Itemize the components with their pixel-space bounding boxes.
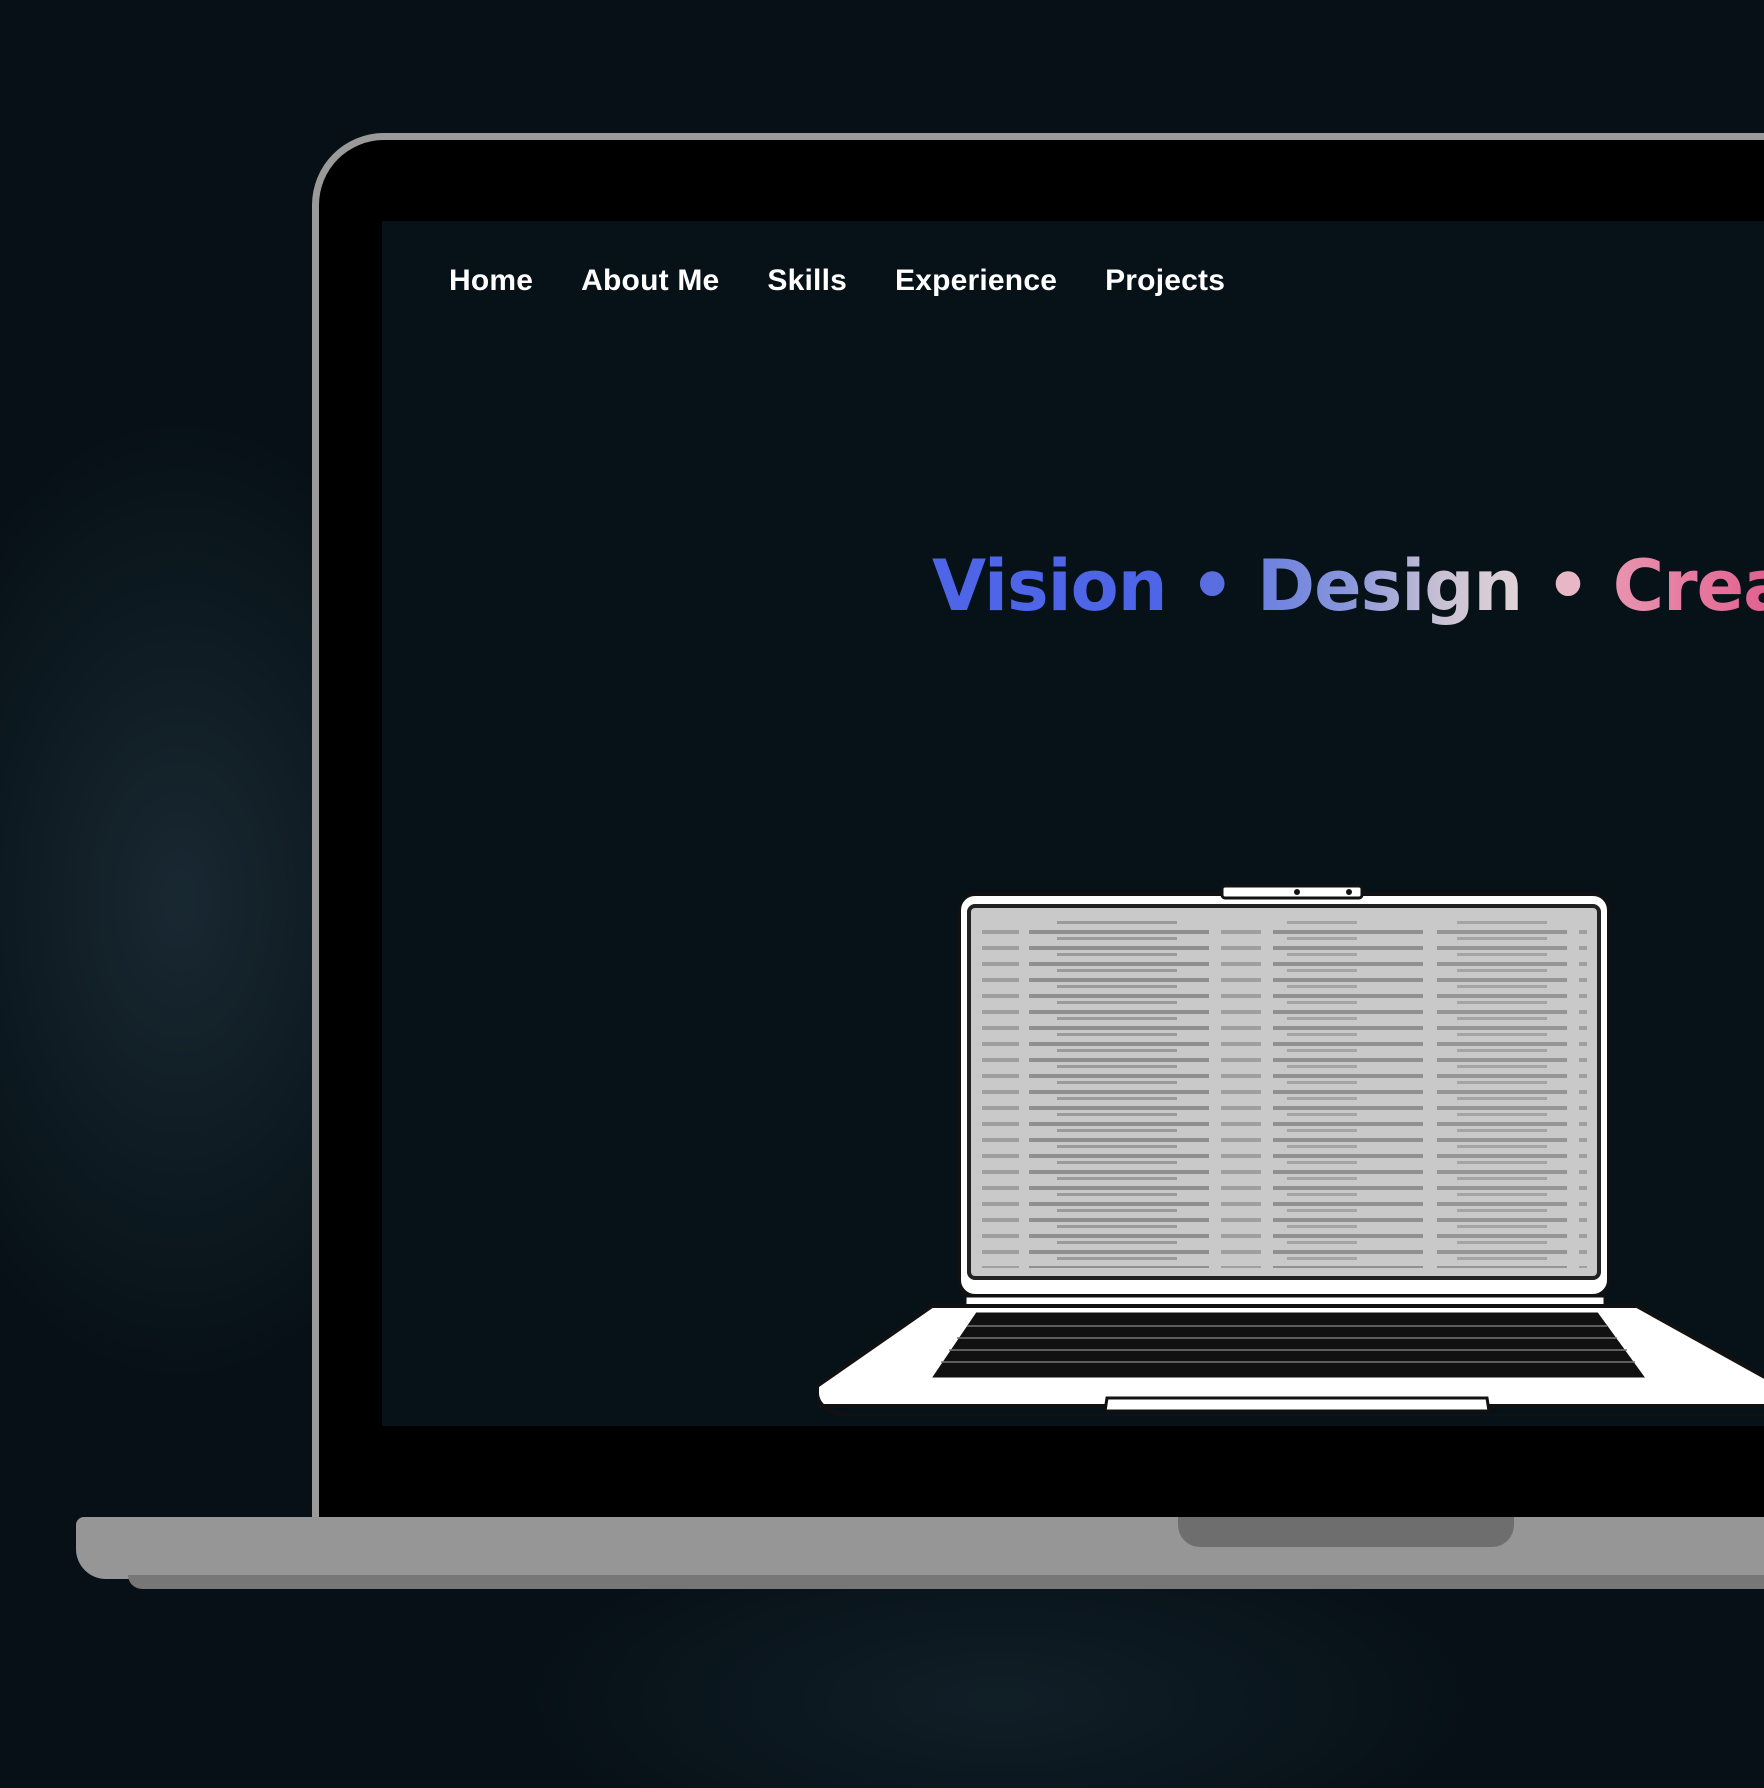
hero-word-create: Create [1613, 545, 1764, 627]
illustration-camera [1294, 889, 1300, 895]
nav-skills[interactable]: Skills [767, 259, 847, 303]
illustration-camera-bar [1220, 884, 1364, 900]
device-frame-notch [1178, 1517, 1514, 1547]
illustration-keyboard [932, 1312, 1645, 1378]
hero-word-vision: Vision [932, 545, 1168, 627]
main-nav: Home About Me Skills Experience Projects [449, 259, 1225, 303]
device-frame-shadow [128, 1575, 1764, 1589]
nav-experience[interactable]: Experience [895, 259, 1057, 303]
nav-about-me[interactable]: About Me [581, 259, 719, 303]
hero-word-design: Design [1257, 545, 1523, 627]
hero-title: Vision • Design • Create [932, 541, 1764, 631]
hero-separator-1: • [1189, 545, 1235, 627]
illustration-trackpad [1103, 1396, 1491, 1413]
laptop-illustration-icon [817, 884, 1764, 1416]
hero-separator-2: • [1545, 545, 1591, 627]
nav-home[interactable]: Home [449, 259, 533, 303]
nav-projects[interactable]: Projects [1105, 259, 1225, 303]
device-screen: Home About Me Skills Experience Projects… [382, 221, 1764, 1426]
